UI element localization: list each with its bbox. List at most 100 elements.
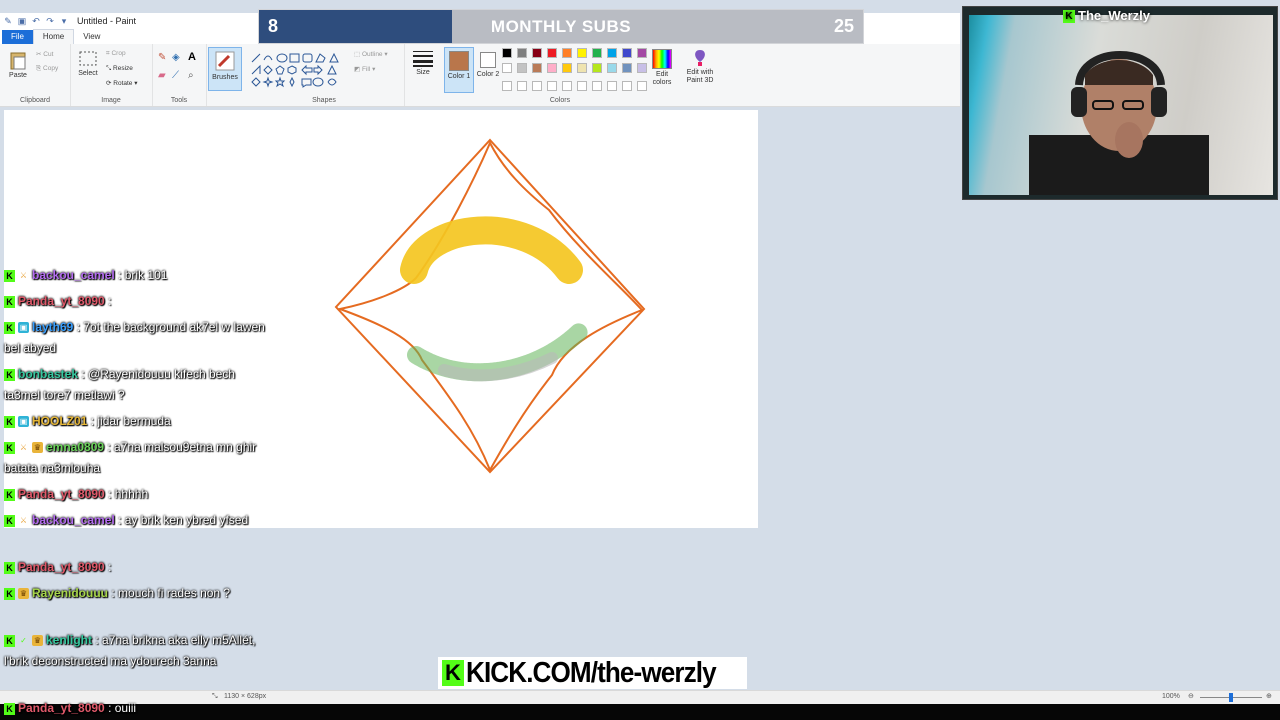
tab-view[interactable]: View [74, 30, 109, 44]
palette-swatch[interactable] [577, 63, 587, 73]
monthly-subs-goal: 8 MONTHLY SUBS 25 [258, 9, 864, 44]
redo-icon[interactable]: ↷ [45, 16, 55, 26]
chat-username[interactable]: bonbastek [18, 367, 78, 381]
chat-text: : mouch fi rades non ? [111, 586, 231, 600]
undo-icon[interactable]: ↶ [31, 16, 41, 26]
palette-swatch[interactable] [562, 48, 572, 58]
palette-swatch[interactable] [502, 63, 512, 73]
custom-color-slot[interactable] [562, 81, 572, 91]
check-badge-icon: ✓ [20, 636, 27, 646]
chat-message: K ⚔ backou_camel : brik 101 [4, 265, 266, 286]
palette-swatch[interactable] [592, 63, 602, 73]
palette-swatch[interactable] [622, 48, 632, 58]
chat-message: K ♛ Rayenidouuu : mouch fi rades non ? [4, 583, 266, 604]
chevron-down-icon[interactable]: ▾ [59, 16, 69, 26]
chat-username[interactable]: Panda_yt_8090 [18, 701, 105, 715]
chat-message: K Panda_yt_8090 : hhhhh [4, 484, 266, 505]
edit-paint3d-button[interactable]: Edit with Paint 3D [683, 49, 717, 85]
shapes-gallery[interactable] [248, 50, 348, 88]
chat-username[interactable]: backou_camel [32, 513, 115, 527]
fill-dropdown[interactable]: ◩ Fill ▾ [354, 65, 375, 73]
custom-color-slot[interactable] [547, 81, 557, 91]
palette-swatch[interactable] [562, 63, 572, 73]
shapes-group: ⬚ Outline ▾ ◩ Fill ▾ Shapes [244, 44, 405, 106]
window-title: Untitled - Paint [77, 16, 137, 26]
size-lines-icon [413, 51, 433, 67]
cut-button[interactable]: ✂ Cut [36, 50, 53, 58]
chat-username[interactable]: kenlight [46, 633, 92, 647]
kick-url-banner: K KICK.COM/the-werzly [438, 656, 748, 689]
zoom-in-button[interactable]: ⊕ [1266, 692, 1272, 700]
palette-swatch[interactable] [517, 48, 527, 58]
rotate-button[interactable]: ⟳ Rotate ▾ [106, 79, 138, 87]
custom-color-slot[interactable] [517, 81, 527, 91]
palette-swatch[interactable] [637, 48, 647, 58]
zoom-out-button[interactable]: ⊖ [1188, 692, 1194, 700]
custom-color-slot[interactable] [577, 81, 587, 91]
color-picker-icon[interactable]: ⟋ [172, 70, 179, 81]
chat-username[interactable]: Rayenidouuu [32, 586, 108, 600]
crop-button[interactable]: ⌗ Crop [106, 50, 126, 58]
chat-username[interactable]: layth69 [32, 320, 73, 334]
custom-color-slot[interactable] [637, 81, 647, 91]
palette-swatch[interactable] [637, 63, 647, 73]
palette-swatch[interactable] [532, 48, 542, 58]
paste-button[interactable]: Paste [4, 50, 32, 79]
paint-app-icon: ✎ [4, 16, 12, 26]
color2-button[interactable]: Color 2 [476, 49, 500, 78]
chat-message: K Panda_yt_8090 : ouiii [4, 698, 266, 719]
color1-button[interactable]: Color 1 [444, 47, 474, 93]
eraser-icon[interactable]: ▰ [158, 70, 166, 81]
palette-swatch[interactable] [547, 63, 557, 73]
chat-username[interactable]: Panda_yt_8090 [18, 294, 105, 308]
edit-colors-button[interactable]: Edit colors [648, 49, 676, 87]
palette-swatch[interactable] [607, 48, 617, 58]
mod-badge-icon: ⚔ [19, 271, 28, 281]
kick-badge-icon: K [4, 587, 15, 600]
size-button[interactable]: Size [408, 49, 438, 76]
zoom-slider-thumb[interactable] [1229, 693, 1233, 702]
custom-color-slot[interactable] [607, 81, 617, 91]
palette-swatch[interactable] [577, 48, 587, 58]
palette-swatch[interactable] [517, 63, 527, 73]
chat-username[interactable]: Panda_yt_8090 [18, 560, 105, 574]
tab-file[interactable]: File [2, 30, 33, 44]
kick-badge-icon: K [4, 514, 15, 527]
copy-button[interactable]: ⎘ Copy [36, 65, 58, 73]
kick-badge-icon: K [4, 269, 15, 282]
custom-color-slot[interactable] [532, 81, 542, 91]
pencil-icon[interactable]: ✎ [158, 52, 166, 63]
resize-button[interactable]: ⤡ Resize [106, 65, 133, 73]
crown-badge-icon: ♛ [18, 588, 29, 600]
shapes-label: Shapes [312, 97, 336, 104]
kick-badge-icon: K [4, 634, 15, 647]
chat-username[interactable]: Panda_yt_8090 [18, 487, 105, 501]
brushes-button[interactable]: Brushes [208, 47, 242, 91]
custom-color-row [502, 81, 652, 91]
magnifier-icon[interactable]: ⌕ [188, 70, 194, 81]
custom-color-slot[interactable] [592, 81, 602, 91]
palette-swatch[interactable] [592, 48, 602, 58]
kick-url: KICK.COM/the-werzly [466, 656, 717, 689]
palette-swatch[interactable] [502, 48, 512, 58]
yellow-brush-stroke [400, 216, 583, 284]
chat-username[interactable]: emna0809 [46, 440, 104, 454]
chat-message: K ⚔ backou_camel : ay brik ken ybred yfsed [4, 510, 266, 531]
tab-home[interactable]: Home [32, 29, 75, 44]
select-icon [79, 51, 97, 66]
custom-color-slot[interactable] [622, 81, 632, 91]
outline-dropdown[interactable]: ⬚ Outline ▾ [354, 50, 388, 58]
paint3d-icon [695, 50, 705, 66]
fill-bucket-icon[interactable]: ◈ [172, 52, 180, 63]
save-icon[interactable]: ▣ [17, 16, 27, 26]
custom-color-slot[interactable] [502, 81, 512, 91]
select-button[interactable]: Select [74, 50, 102, 77]
chat-username[interactable]: HOOLZ01 [32, 414, 87, 428]
palette-swatch[interactable] [622, 63, 632, 73]
palette-swatch[interactable] [547, 48, 557, 58]
palette-swatch[interactable] [607, 63, 617, 73]
chat-username[interactable]: backou_camel [32, 268, 115, 282]
palette-swatch[interactable] [532, 63, 542, 73]
webcam-overlay: K The_Werzly [962, 6, 1278, 200]
text-tool-icon[interactable]: A [188, 51, 196, 63]
